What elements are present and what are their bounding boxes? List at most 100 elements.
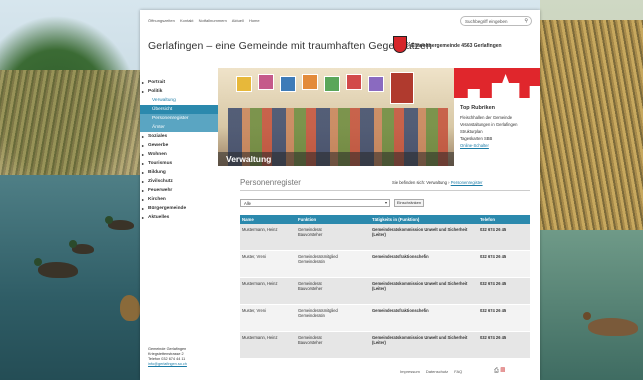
pdf-icon[interactable]: ▤ [500, 368, 505, 374]
sidebar-item-verwaltung[interactable]: Verwaltung [140, 96, 218, 105]
footer-links: Impressum Datenschutz FAQ [400, 369, 467, 374]
duck [69, 240, 94, 254]
column-header[interactable]: Tätigkeits in (Funktion) [370, 215, 478, 224]
topnav-notfallnummern[interactable]: Notfallnummern [199, 18, 227, 23]
top-rubriken-link[interactable]: Online-Schalter [460, 143, 489, 148]
bullet-icon: ▸ [142, 80, 145, 85]
hero-caption-bar: Verwaltung [218, 152, 456, 166]
child-drawing [236, 76, 252, 92]
breadcrumb-link[interactable]: Personenregister [451, 180, 483, 185]
child-drawing [302, 74, 318, 90]
bullet-icon: ▸ [142, 161, 145, 166]
cell-taetigkeit: Gemeinderatskommission Unwelt und Sicher… [370, 331, 478, 359]
footer-icons: ⎙ ▤ [494, 368, 505, 375]
top-rubriken-link[interactable]: Veranstaltungen in Gerlafingen [460, 122, 518, 127]
filter-select[interactable]: Alle ▾ [240, 199, 390, 207]
reeds-right [540, 20, 643, 240]
topnav-kontakt[interactable]: Kontakt [180, 18, 194, 23]
footer-link-impressum[interactable]: Impressum [400, 369, 420, 374]
cell-funktion: Gemeinderat Bauvorsteher [296, 331, 370, 359]
hero-caption: Verwaltung [226, 154, 272, 164]
webpage: Öffnungszeiten Kontakt Notfallnummern Ak… [140, 10, 540, 380]
sidebar-item-aemter[interactable]: Ämter [140, 123, 218, 132]
child-drawing [346, 74, 362, 90]
sidebar-item-label: Zivilschutz [148, 179, 173, 184]
bullet-icon: ▸ [142, 197, 145, 202]
footer-link-faq[interactable]: FAQ [454, 369, 462, 374]
table-row[interactable]: Muster, Vreni Gemeinderatsmitglied Gemei… [240, 250, 530, 278]
table-row[interactable]: Muster, Vreni Gemeinderatsmitglied Gemei… [240, 304, 530, 332]
cell-name: Muster, Vreni [240, 304, 296, 332]
topnav-oeffnungszeiten[interactable]: Öffnungszeiten [148, 18, 175, 23]
filter-button[interactable]: Einschränken [394, 199, 424, 207]
top-rubriken-link[interactable]: Tageskarten SBB [460, 136, 492, 141]
topnav-aktuell[interactable]: Aktuell [232, 18, 244, 23]
column-header[interactable]: Funktion [296, 215, 370, 224]
column-header[interactable]: Name [240, 215, 296, 224]
address-email-link[interactable]: info@gerlafingen.so.ch [148, 362, 187, 367]
bullet-icon: ▸ [142, 188, 145, 193]
table-row[interactable]: Mustermann, Heinz Gemeinderat Bauvorsteh… [240, 224, 530, 251]
bullet-icon: ▸ [142, 89, 145, 94]
duck [34, 258, 78, 278]
bullet-icon: ▸ [142, 170, 145, 175]
sidebar-item-wohnen[interactable]: ▸ Wohnen [140, 150, 218, 159]
print-icon[interactable]: ⎙ [494, 368, 499, 374]
sidebar-navigation: ▸ Portrait ▸ Politik Verwaltung Übersicht … [140, 78, 218, 222]
sidebar-item-feuerwehr[interactable]: ▸ Feuerwehr [140, 186, 218, 195]
breadcrumb: Sie befinden sich: Verwaltung › Personen… [392, 180, 483, 185]
sidebar-item-gewerbe[interactable]: ▸ Gewerbe [140, 141, 218, 150]
search-input[interactable]: Suchbegriff eingeben ⚲ [460, 16, 532, 26]
breadcrumb-prefix: Sie befinden sich: Verwaltung [392, 180, 447, 185]
sidebar-item-buergergemeinde[interactable]: ▸ Bürgergemeinde [140, 204, 218, 213]
bullet-icon: ▸ [142, 206, 145, 211]
cell-name: Mustermann, Heinz [240, 331, 296, 359]
address-block: Gemeinde Gerlafingen Kriegstettenstrasse… [148, 347, 187, 367]
bullet-icon: ▸ [142, 134, 145, 139]
cell-name: Mustermann, Heinz [240, 277, 296, 305]
sidebar-item-bildung[interactable]: ▸ Bildung [140, 168, 218, 177]
sidebar-item-aktuelles[interactable]: ▸ Aktuelles [140, 213, 218, 222]
top-rubriken-panel: Top Rubriken Fleischhallen der Gemeinde … [454, 68, 540, 166]
cell-telefon: 032 674 26 45 [478, 250, 530, 278]
sidebar-item-uebersicht[interactable]: Übersicht [140, 105, 218, 114]
divider [240, 190, 530, 191]
column-header[interactable]: Telefon [478, 215, 530, 224]
cell-funktion: Gemeinderatsmitglied Gemeinderatin [296, 250, 370, 278]
sidebar-item-label: Personenregister [152, 116, 189, 121]
sidebar-item-tourismus[interactable]: ▸ Tourismus [140, 159, 218, 168]
sidebar-item-label: Soziales [148, 134, 168, 139]
sidebar-item-label: Ämter [152, 125, 165, 130]
sidebar-item-label: Übersicht [152, 107, 173, 112]
sidebar-item-label: Bürgergemeinde [148, 206, 187, 211]
sidebar-item-label: Tourismus [148, 161, 173, 166]
table-row[interactable]: Mustermann, Heinz Gemeinderat Bauvorsteh… [240, 277, 530, 305]
search-icon[interactable]: ⚲ [524, 18, 528, 24]
child-drawing [368, 76, 384, 92]
pond-right [540, 230, 643, 380]
page-title: Personenregister [240, 178, 301, 187]
coat-of-arms-icon [393, 36, 407, 53]
cell-telefon: 032 674 26 45 [478, 277, 530, 305]
sidebar-item-portrait[interactable]: ▸ Portrait [140, 78, 218, 87]
cell-telefon: 032 674 26 45 [478, 331, 530, 359]
topnav-home[interactable]: Home [249, 18, 260, 23]
bullet-icon: ▸ [142, 215, 145, 220]
top-rubriken-link[interactable]: Fleischhallen der Gemeinde [460, 115, 512, 120]
sidebar-item-politik[interactable]: ▸ Politik [140, 87, 218, 96]
duck [583, 312, 638, 336]
child-drawing [280, 76, 296, 92]
sidebar-item-label: Verwaltung [152, 98, 176, 103]
table-row[interactable]: Mustermann, Heinz Gemeinderat Bauvorsteh… [240, 331, 530, 359]
bullet-icon: ▸ [142, 179, 145, 184]
sidebar-item-personenregister[interactable]: Personenregister [140, 114, 218, 123]
cell-funktion: Gemeinderat Bauvorsteher [296, 277, 370, 305]
footer-link-datenschutz[interactable]: Datenschutz [426, 369, 448, 374]
sidebar-item-kirchen[interactable]: ▸ Kirchen [140, 195, 218, 204]
sidebar-item-soziales[interactable]: ▸ Soziales [140, 132, 218, 141]
sidebar-item-label: Aktuelles [148, 215, 170, 220]
sidebar-item-label: Kirchen [148, 197, 166, 202]
top-navigation: Öffnungszeiten Kontakt Notfallnummern Ak… [148, 18, 264, 23]
sidebar-item-zivilschutz[interactable]: ▸ Zivilschutz [140, 177, 218, 186]
top-rubriken-link[interactable]: Strukturplan [460, 129, 483, 134]
